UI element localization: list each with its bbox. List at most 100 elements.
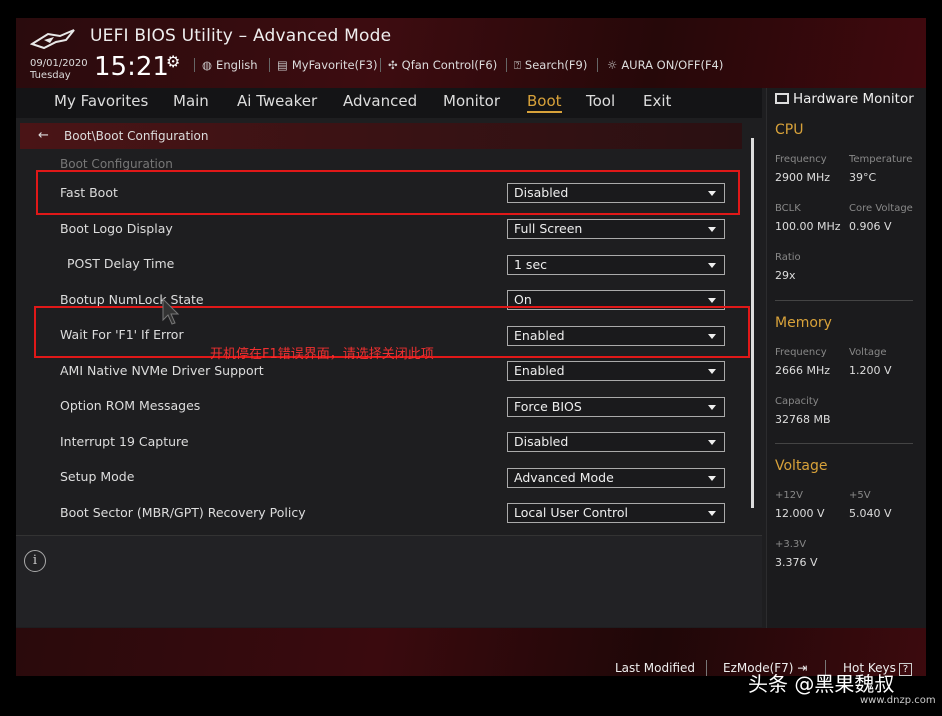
divider [775,443,913,444]
setting-label: Option ROM Messages [60,398,201,413]
tab-advanced[interactable]: Advanced [343,92,417,110]
core-voltage-label: Core Voltage [849,203,913,214]
settings-panel: ← Boot\Boot Configuration Boot Configura… [16,118,762,531]
cpu-frequency-value: 2900 MHz [775,171,831,184]
select-value: Advanced Mode [514,470,614,485]
select-value: Force BIOS [514,399,582,414]
setting-label: Setup Mode [60,469,135,484]
setup-mode-select[interactable]: Advanced Mode [507,468,725,488]
interrupt-19-select[interactable]: Disabled [507,432,725,452]
header-divider [506,58,507,72]
watermark-text: 头条 @黑果魏叔 [748,672,895,696]
cpu-temperature-value: 39°C [849,171,877,184]
aura-icon: ☼ [607,58,618,72]
select-value: On [514,292,532,307]
recovery-policy-select[interactable]: Local User Control [507,503,725,523]
bclk-value: 100.00 MHz [775,220,841,233]
v12-label: +12V [775,490,803,501]
tab-exit[interactable]: Exit [643,92,671,110]
hardware-monitor-label: Hardware Monitor [793,91,914,107]
v33-label: +3.3V [775,539,807,550]
tab-monitor[interactable]: Monitor [443,92,500,110]
scrollbar[interactable] [751,138,754,508]
help-key-icon: ? [898,663,913,676]
select-value: Full Screen [514,221,583,236]
footer-divider [706,660,707,676]
globe-icon: ◍ [202,58,213,72]
setting-label: POST Delay Time [67,256,175,271]
aura-label: AURA ON/OFF(F4) [621,58,724,72]
select-value: Enabled [514,363,565,378]
help-panel: i [16,535,762,627]
last-modified-button[interactable]: Last Modified [615,661,695,675]
setting-label: Boot Sector (MBR/GPT) Recovery Policy [60,505,306,520]
rog-logo-icon [30,29,75,50]
aura-button[interactable]: ☼ AURA ON/OFF(F4) [607,58,723,72]
favorite-icon: ▤ [277,58,288,72]
memory-voltage-label: Voltage [849,347,887,358]
bclk-label: BCLK [775,203,801,214]
boot-logo-display-select[interactable]: Full Screen [507,219,725,239]
chevron-down-icon [708,227,716,232]
v5-value: 5.040 V [849,507,892,520]
annotation-box-fast-boot [36,170,740,215]
cpu-temperature-label: Temperature [849,154,913,165]
watermark-site: www.dnzp.com [860,695,936,706]
setting-label: Boot Logo Display [60,221,173,236]
breadcrumb[interactable]: ← Boot\Boot Configuration [20,123,742,149]
fan-icon: ✣ [388,58,398,72]
language-label: English [216,58,258,72]
clock: 15:21 [94,52,169,82]
memory-heading: Memory [775,315,832,331]
memory-voltage-value: 1.200 V [849,364,892,377]
bios-window: UEFI BIOS Utility – Advanced Mode 09/01/… [16,18,926,676]
select-value: Local User Control [514,505,629,520]
chevron-down-icon [708,476,716,481]
divider [775,300,913,301]
window-title: UEFI BIOS Utility – Advanced Mode [90,26,392,46]
settings-gear-icon[interactable]: ⚙ [166,52,180,71]
chevron-down-icon [708,369,716,374]
info-icon: i [24,550,46,572]
capacity-value: 32768 MB [775,413,831,426]
search-button[interactable]: ⍰ Search(F9) [514,58,587,73]
header-divider [380,58,381,72]
main-nav: My Favorites Main Ai Tweaker Advanced Mo… [16,88,762,118]
qfan-button[interactable]: ✣ Qfan Control(F6) [388,58,497,72]
tab-my-favorites[interactable]: My Favorites [54,92,148,110]
search-label: Search(F9) [524,58,588,72]
search-icon: ⍰ [514,58,521,72]
tab-main[interactable]: Main [173,92,209,110]
day-text: Tuesday [30,70,71,81]
qfan-label: Qfan Control(F6) [401,58,498,72]
ratio-value: 29x [775,269,796,282]
header: UEFI BIOS Utility – Advanced Mode 09/01/… [16,18,926,88]
header-divider [269,58,270,72]
date-text: 09/01/2020 [30,58,88,69]
v5-label: +5V [849,490,871,501]
myfavorite-button[interactable]: ▤ MyFavorite(F3) [277,58,377,72]
hardware-monitor-title: Hardware Monitor [775,91,914,107]
select-value: Disabled [514,434,569,449]
v12-value: 12.000 V [775,507,825,520]
language-button[interactable]: ◍ English [202,58,258,72]
v33-value: 3.376 V [775,556,818,569]
chevron-down-icon [708,405,716,410]
tab-boot[interactable]: Boot [527,92,562,113]
nvme-driver-select[interactable]: Enabled [507,361,725,381]
setting-label: AMI Native NVMe Driver Support [60,363,264,378]
option-rom-select[interactable]: Force BIOS [507,397,725,417]
breadcrumb-text: Boot\Boot Configuration [64,129,209,143]
annotation-text: 开机停在F1错误界面，请选择关闭此项 [210,347,434,362]
date-display: 09/01/2020 Tuesday [30,58,88,82]
tab-tool[interactable]: Tool [586,92,615,110]
voltage-heading: Voltage [775,458,828,474]
cpu-frequency-label: Frequency [775,154,827,165]
section-title: Boot Configuration [60,157,173,171]
memory-frequency-value: 2666 MHz [775,364,831,377]
post-delay-time-select[interactable]: 1 sec [507,255,725,275]
header-divider [194,58,195,72]
myfavorite-label: MyFavorite(F3) [291,58,378,72]
tab-ai-tweaker[interactable]: Ai Tweaker [237,92,317,110]
back-arrow-icon[interactable]: ← [38,128,49,143]
